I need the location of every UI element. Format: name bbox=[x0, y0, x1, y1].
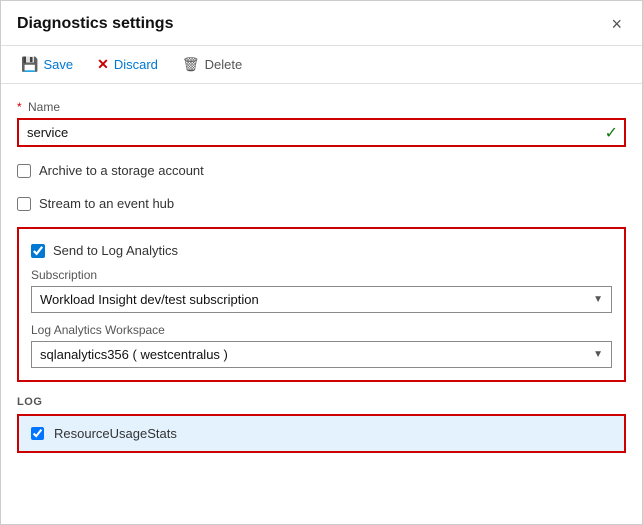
log-section-header: LOG bbox=[17, 396, 626, 408]
save-icon: 💾 bbox=[21, 56, 38, 73]
archive-checkbox-row: Archive to a storage account bbox=[17, 161, 626, 180]
archive-label[interactable]: Archive to a storage account bbox=[39, 163, 204, 178]
subscription-select-wrapper: Workload Insight dev/test subscription ▼ bbox=[31, 286, 612, 313]
stream-checkbox-row: Stream to an event hub bbox=[17, 194, 626, 213]
close-button[interactable]: × bbox=[607, 13, 626, 35]
dialog-header: Diagnostics settings × bbox=[1, 1, 642, 46]
send-to-log-analytics-label[interactable]: Send to Log Analytics bbox=[53, 243, 178, 258]
name-field-group: * Name ✓ bbox=[17, 100, 626, 147]
log-analytics-section: Send to Log Analytics Subscription Workl… bbox=[17, 227, 626, 382]
delete-label: Delete bbox=[205, 57, 243, 72]
name-input-wrapper: ✓ bbox=[17, 118, 626, 147]
log-table: ResourceUsageStats bbox=[17, 414, 626, 453]
resource-usage-stats-label[interactable]: ResourceUsageStats bbox=[54, 426, 177, 441]
diagnostics-settings-dialog: Diagnostics settings × 💾 Save ✕ Discard … bbox=[0, 0, 643, 525]
name-field-label: * Name bbox=[17, 100, 626, 114]
stream-event-hub-checkbox[interactable] bbox=[17, 197, 31, 211]
delete-icon: 🗑 bbox=[182, 56, 200, 73]
discard-icon: ✕ bbox=[97, 56, 109, 73]
resource-usage-stats-checkbox[interactable] bbox=[31, 427, 44, 440]
workspace-chevron-icon: ▼ bbox=[585, 349, 611, 360]
log-row: ResourceUsageStats bbox=[19, 416, 624, 451]
send-to-log-analytics-row: Send to Log Analytics bbox=[31, 241, 612, 260]
dialog-title: Diagnostics settings bbox=[17, 15, 173, 33]
discard-button[interactable]: ✕ Discard bbox=[93, 54, 162, 75]
send-to-log-analytics-checkbox[interactable] bbox=[31, 244, 45, 258]
discard-label: Discard bbox=[114, 57, 158, 72]
workspace-select[interactable]: sqlanalytics356 ( westcentralus ) bbox=[32, 342, 585, 367]
subscription-chevron-icon: ▼ bbox=[585, 294, 611, 305]
stream-label[interactable]: Stream to an event hub bbox=[39, 196, 174, 211]
save-label: Save bbox=[43, 57, 73, 72]
archive-checkbox[interactable] bbox=[17, 164, 31, 178]
subscription-label: Subscription bbox=[31, 268, 612, 282]
workspace-select-wrapper: sqlanalytics356 ( westcentralus ) ▼ bbox=[31, 341, 612, 368]
required-indicator: * bbox=[17, 100, 22, 114]
valid-check-icon: ✓ bbox=[605, 123, 624, 143]
name-label-text: Name bbox=[28, 100, 60, 114]
toolbar: 💾 Save ✕ Discard 🗑 Delete bbox=[1, 46, 642, 84]
log-section: LOG ResourceUsageStats bbox=[17, 396, 626, 453]
name-input[interactable] bbox=[19, 120, 605, 145]
save-button[interactable]: 💾 Save bbox=[17, 54, 77, 75]
workspace-label: Log Analytics Workspace bbox=[31, 323, 612, 337]
dialog-content: * Name ✓ Archive to a storage account St… bbox=[1, 84, 642, 524]
delete-button[interactable]: 🗑 Delete bbox=[178, 54, 246, 75]
subscription-select[interactable]: Workload Insight dev/test subscription bbox=[32, 287, 585, 312]
